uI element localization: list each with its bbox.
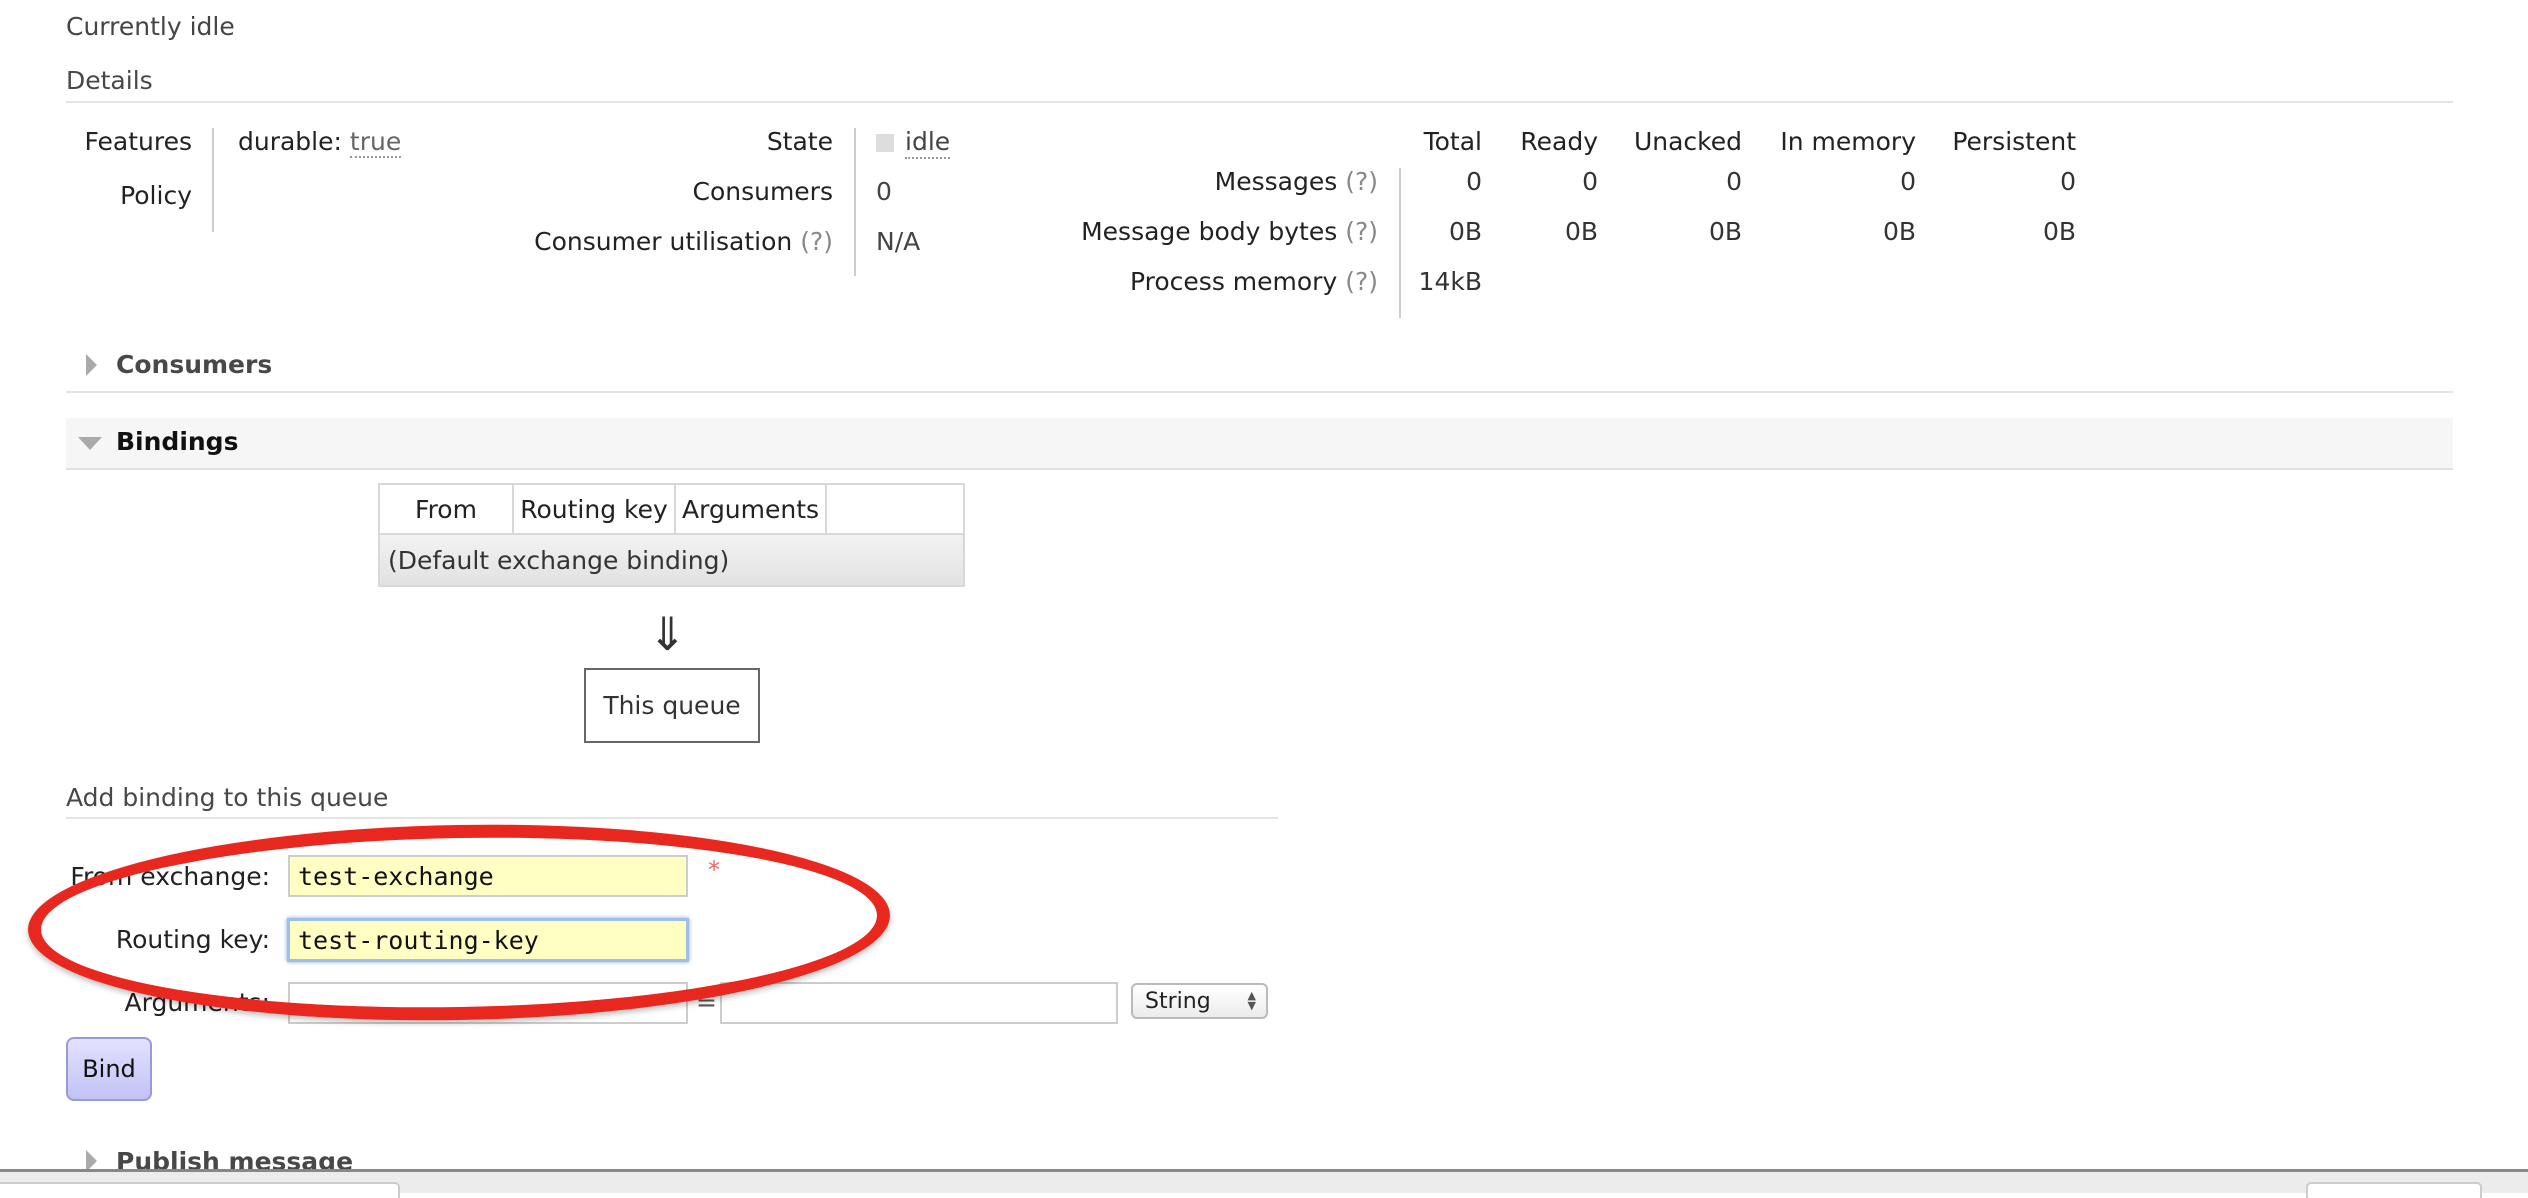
- policy-label: Policy: [120, 181, 192, 210]
- col-from: From: [378, 483, 514, 535]
- add-binding-divider: [66, 817, 1278, 819]
- stats-header-unacked: Unacked: [1633, 127, 1742, 156]
- messages-persistent: 0: [2060, 167, 2076, 196]
- routing-key-label: Routing key:: [115, 925, 270, 954]
- features-divider: [212, 128, 214, 232]
- state-divider: [854, 128, 856, 276]
- bindings-table-header: From Routing key Arguments: [378, 483, 966, 535]
- add-binding-title: Add binding to this queue: [66, 783, 389, 812]
- argument-type-select[interactable]: String ▲ ▼: [1131, 983, 1268, 1019]
- details-divider: [66, 101, 2453, 103]
- messages-total: 0: [1466, 167, 1482, 196]
- argument-key-input[interactable]: [288, 982, 688, 1024]
- messages-in-memory: 0: [1900, 167, 1916, 196]
- stats-header-total: Total: [1423, 127, 1482, 156]
- col-routing-key: Routing key: [512, 483, 676, 535]
- features-value: durable: true: [238, 127, 402, 158]
- expand-right-icon: [86, 354, 97, 376]
- state-idle-icon: [876, 134, 894, 152]
- arguments-label: Arguments:: [124, 988, 270, 1017]
- process-memory-value: 14kB: [1418, 267, 1482, 296]
- utilisation-value: N/A: [876, 227, 921, 256]
- bindings-section-toggle[interactable]: Bindings: [66, 418, 2453, 470]
- bindings-table: From Routing key Arguments (Default exch…: [377, 483, 966, 587]
- state-label: State: [766, 127, 833, 156]
- messages-label: Messages (?): [1214, 167, 1378, 196]
- messages-unacked: 0: [1726, 167, 1742, 196]
- body-bytes-help-icon[interactable]: (?): [1345, 217, 1378, 246]
- bottom-bar: [0, 1169, 2528, 1198]
- utilisation-help-icon[interactable]: (?): [800, 227, 833, 256]
- default-binding-cell: (Default exchange binding): [377, 533, 966, 587]
- bind-button[interactable]: Bind: [66, 1037, 152, 1101]
- consumers-section-title[interactable]: Consumers: [116, 350, 272, 379]
- process-memory-label: Process memory (?): [1130, 267, 1378, 296]
- bytes-unacked: 0B: [1708, 217, 1742, 246]
- from-exchange-input[interactable]: test-exchange: [288, 855, 688, 897]
- bytes-in-memory: 0B: [1882, 217, 1916, 246]
- bytes-ready: 0B: [1564, 217, 1598, 246]
- argument-type-value: String: [1145, 988, 1211, 1014]
- routing-key-input[interactable]: test-routing-key: [287, 918, 689, 962]
- argument-value-input[interactable]: [720, 982, 1118, 1024]
- bottom-tab-left[interactable]: [0, 1182, 400, 1198]
- state-value: idle: [905, 127, 951, 159]
- bytes-total: 0B: [1448, 217, 1482, 246]
- required-mark: *: [708, 856, 720, 884]
- body-bytes-label: Message body bytes (?): [1081, 217, 1378, 246]
- table-row: (Default exchange binding): [377, 533, 966, 587]
- utilisation-label: Consumer utilisation (?): [534, 227, 833, 256]
- consumers-label: Consumers: [692, 177, 833, 206]
- durable-value: true: [349, 127, 402, 158]
- details-title: Details: [66, 66, 153, 95]
- stats-header-ready: Ready: [1520, 127, 1598, 156]
- bytes-persistent: 0B: [2042, 217, 2076, 246]
- process-memory-help-icon[interactable]: (?): [1345, 267, 1378, 296]
- consumers-divider: [66, 391, 2453, 393]
- col-arguments: Arguments: [673, 483, 828, 535]
- argument-equals: =: [696, 988, 717, 1017]
- bindings-section-title: Bindings: [116, 427, 239, 456]
- messages-ready: 0: [1582, 167, 1598, 196]
- stats-header-persistent: Persistent: [1952, 127, 2076, 156]
- messages-help-icon[interactable]: (?): [1345, 167, 1378, 196]
- features-label: Features: [84, 127, 193, 156]
- features-key: durable:: [238, 127, 342, 156]
- down-arrow-icon: ⇓: [648, 607, 687, 661]
- stats-header-in-memory: In memory: [1780, 127, 1916, 156]
- from-exchange-label: From exchange:: [70, 862, 270, 891]
- this-queue-box: This queue: [584, 668, 760, 743]
- collapse-down-icon: [78, 437, 102, 450]
- select-updown-icon: ▲ ▼: [1247, 989, 1256, 1012]
- consumers-value: 0: [876, 177, 892, 206]
- status-line: Currently idle: [66, 12, 235, 41]
- col-actions: [825, 483, 966, 535]
- bottom-tab-right[interactable]: [2306, 1182, 2482, 1198]
